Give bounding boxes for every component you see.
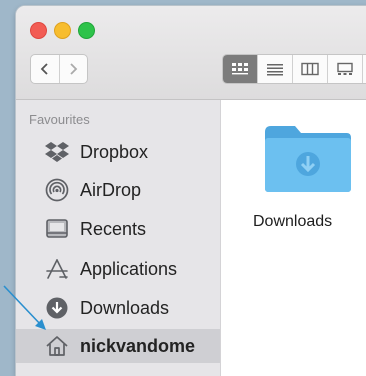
downloads-folder-icon [265, 126, 351, 192]
gallery-view-icon [337, 62, 353, 75]
list-view-icon [267, 64, 283, 76]
folder-label: Downloads [253, 213, 333, 230]
gallery-view-button[interactable] [328, 55, 363, 83]
finder-window: Favourites Dropbox AirDrop Recents Appli… [16, 6, 366, 376]
recents-icon [44, 216, 70, 242]
downloads-icon [44, 295, 70, 321]
forward-button[interactable] [58, 55, 88, 83]
applications-icon [44, 256, 70, 282]
zoom-button[interactable] [78, 22, 95, 39]
sidebar-item-applications[interactable]: Applications [16, 252, 220, 286]
sidebar: Favourites Dropbox AirDrop Recents Appli… [16, 100, 221, 376]
sidebar-item-nickvandome[interactable]: nickvandome [16, 329, 220, 363]
chevron-right-icon [70, 63, 78, 75]
icon-view-button[interactable] [223, 55, 258, 83]
sidebar-item-label: Downloads [80, 297, 170, 318]
view-mode-control [222, 54, 366, 84]
sidebar-section-favourites: Favourites [29, 112, 90, 127]
icon-view-icon [232, 63, 248, 75]
chevron-left-icon [40, 63, 48, 75]
file-area: Downloads [221, 100, 366, 376]
sidebar-item-airdrop[interactable]: AirDrop [16, 173, 220, 207]
close-button[interactable] [30, 22, 47, 39]
dropbox-icon [44, 139, 70, 165]
downloads-folder[interactable] [263, 122, 353, 194]
column-view-icon [301, 62, 319, 76]
sidebar-item-recents[interactable]: Recents [16, 212, 220, 246]
column-view-button[interactable] [293, 55, 328, 83]
airdrop-icon [44, 177, 70, 203]
list-view-button[interactable] [258, 55, 293, 83]
minimize-button[interactable] [54, 22, 71, 39]
sidebar-item-label: AirDrop [80, 179, 142, 200]
sidebar-item-label: Applications [80, 258, 178, 279]
back-button[interactable] [31, 55, 59, 83]
toolbar [16, 6, 366, 100]
navigation-buttons [30, 54, 88, 84]
home-icon [44, 333, 70, 359]
sidebar-item-label: Dropbox [80, 141, 149, 162]
sidebar-item-label: nickvandome [80, 335, 196, 356]
sidebar-item-downloads[interactable]: Downloads [16, 291, 220, 325]
sidebar-item-dropbox[interactable]: Dropbox [16, 135, 220, 169]
sidebar-item-label: Recents [80, 218, 147, 239]
